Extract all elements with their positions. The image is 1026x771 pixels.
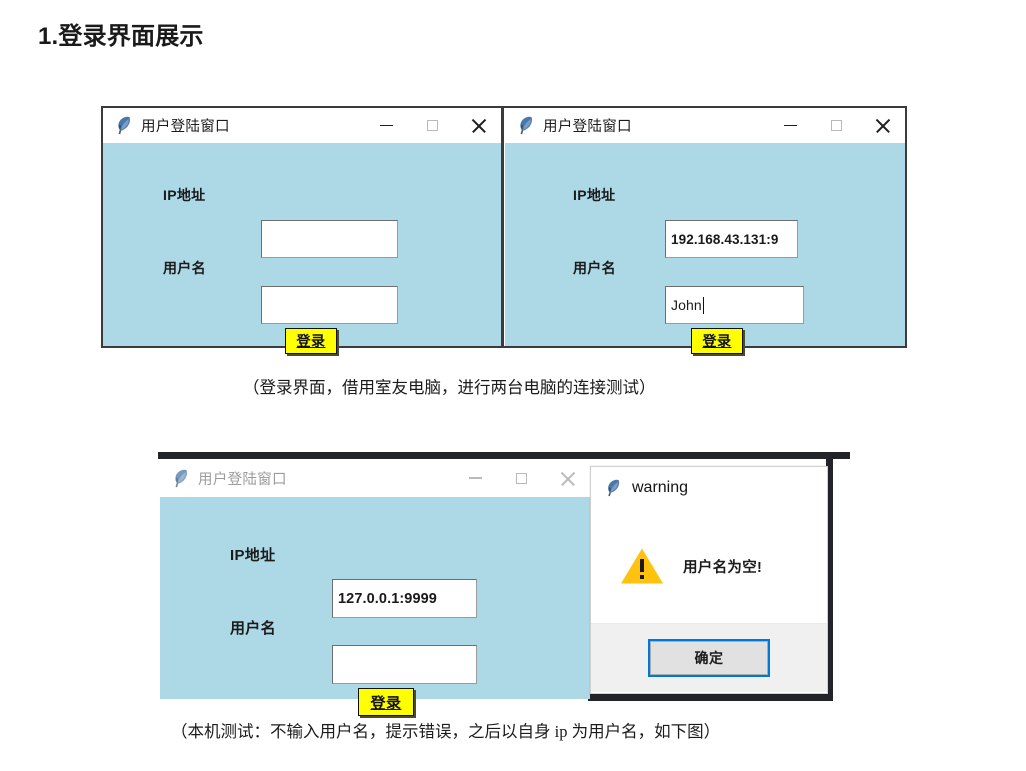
ip-field-label: IP地址 bbox=[573, 187, 616, 203]
warning-triangle-icon bbox=[621, 548, 663, 584]
window-border-bottom-edge bbox=[101, 346, 907, 348]
login-button[interactable]: 登录 bbox=[285, 328, 337, 354]
maximize-icon bbox=[515, 472, 527, 484]
feather-icon bbox=[175, 469, 187, 487]
maximize-icon bbox=[426, 120, 438, 131]
window-body: IP地址 用户名 登录 bbox=[103, 143, 501, 354]
dialog-close-button[interactable] bbox=[775, 467, 827, 509]
window-border-top-right bbox=[905, 108, 907, 348]
minimize-icon bbox=[468, 477, 482, 479]
maximize-button[interactable] bbox=[813, 108, 859, 143]
login-button[interactable]: 登录 bbox=[691, 328, 743, 354]
close-icon bbox=[560, 471, 575, 486]
field-row-ip: IP地址 bbox=[230, 544, 275, 565]
page-root: 1.登录界面展示 用户登陆窗口 IP地址 用户名 登录 用户登陆窗口 IP地址 … bbox=[0, 0, 1026, 771]
titlebar[interactable]: 用户登陆窗口 bbox=[103, 108, 501, 143]
ip-address-input[interactable]: 127.0.0.1:9999 bbox=[332, 579, 477, 618]
close-button[interactable] bbox=[544, 459, 590, 497]
close-icon bbox=[471, 118, 486, 133]
login-window-local[interactable]: 用户登陆窗口 IP地址 127.0.0.1:9999 用户名 登录 bbox=[160, 459, 590, 716]
screenshot-frame-top bbox=[158, 452, 850, 459]
titlebar[interactable]: 用户登陆窗口 bbox=[160, 459, 590, 497]
close-icon bbox=[794, 481, 809, 496]
ok-button[interactable]: 确定 bbox=[648, 639, 770, 677]
username-field-label: 用户名 bbox=[573, 260, 616, 276]
field-row-ip: IP地址 bbox=[573, 185, 615, 205]
minimize-icon bbox=[379, 124, 393, 127]
field-row-username: 用户名 bbox=[163, 258, 206, 278]
close-icon bbox=[875, 118, 890, 133]
ip-field-label: IP地址 bbox=[163, 187, 206, 203]
window-title: 用户登陆窗口 bbox=[543, 119, 632, 135]
dialog-body: 用户名为空! bbox=[591, 509, 827, 623]
username-field-label: 用户名 bbox=[230, 620, 276, 637]
field-row-username: 用户名 bbox=[573, 258, 616, 278]
dialog-titlebar[interactable]: warning bbox=[591, 467, 827, 509]
window-title: 用户登陆窗口 bbox=[198, 471, 287, 488]
login-window-filled[interactable]: 用户登陆窗口 IP地址 192.168.43.131:9 用户名 John 登录 bbox=[505, 108, 905, 354]
window-body: IP地址 192.168.43.131:9 用户名 John 登录 bbox=[505, 143, 905, 354]
caption-bottom: （本机测试：不输入用户名，提示错误，之后以自身 ip 为用户名，如下图） bbox=[171, 722, 721, 741]
warning-dialog[interactable]: warning 用户名为空! 确定 bbox=[590, 466, 828, 694]
text-caret bbox=[702, 296, 705, 314]
titlebar[interactable]: 用户登陆窗口 bbox=[505, 108, 905, 143]
feather-icon bbox=[608, 479, 620, 497]
feather-icon bbox=[118, 116, 130, 135]
ip-address-input[interactable]: 192.168.43.131:9 bbox=[665, 220, 798, 258]
maximize-button[interactable] bbox=[498, 459, 544, 497]
window-controls bbox=[767, 108, 905, 143]
username-input[interactable] bbox=[332, 645, 477, 684]
username-input-value: John bbox=[671, 297, 702, 313]
close-button[interactable] bbox=[859, 108, 905, 143]
username-input[interactable] bbox=[261, 286, 398, 324]
ip-address-input[interactable] bbox=[261, 220, 398, 258]
field-row-ip: IP地址 bbox=[163, 185, 205, 205]
window-controls bbox=[363, 108, 501, 143]
feather-icon bbox=[520, 116, 532, 135]
screenshot-frame-bottom bbox=[588, 694, 833, 701]
dialog-footer: 确定 bbox=[591, 623, 827, 692]
window-divider-top bbox=[501, 108, 504, 348]
maximize-button[interactable] bbox=[409, 108, 455, 143]
window-body: IP地址 127.0.0.1:9999 用户名 登录 bbox=[160, 497, 590, 716]
minimize-button[interactable] bbox=[363, 108, 409, 143]
caption-top: （登录界面，借用室友电脑，进行两台电脑的连接测试） bbox=[243, 378, 656, 397]
ip-field-label: IP地址 bbox=[230, 547, 276, 564]
dialog-message: 用户名为空! bbox=[683, 559, 763, 576]
minimize-button[interactable] bbox=[452, 459, 498, 497]
close-button[interactable] bbox=[455, 108, 501, 143]
username-input[interactable]: John bbox=[665, 286, 804, 324]
dialog-title: warning bbox=[632, 479, 689, 496]
login-window-empty[interactable]: 用户登陆窗口 IP地址 用户名 登录 bbox=[103, 108, 501, 354]
window-controls bbox=[452, 459, 590, 497]
login-button[interactable]: 登录 bbox=[358, 688, 414, 716]
field-row-username: 用户名 bbox=[230, 617, 276, 638]
minimize-icon bbox=[783, 124, 797, 127]
window-title: 用户登陆窗口 bbox=[141, 119, 230, 135]
page-title: 1.登录界面展示 bbox=[38, 23, 204, 50]
maximize-icon bbox=[830, 120, 842, 131]
minimize-button[interactable] bbox=[767, 108, 813, 143]
username-field-label: 用户名 bbox=[163, 260, 206, 276]
